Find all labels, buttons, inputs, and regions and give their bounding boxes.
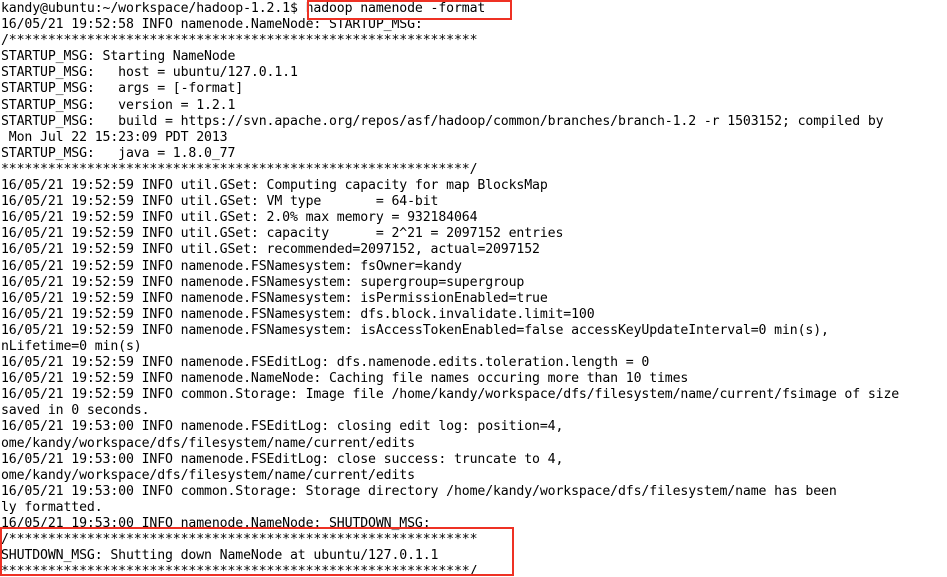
terminal-line: 16/05/21 19:52:59 INFO namenode.FSNamesy… (1, 274, 525, 290)
terminal-line: ome/kandy/workspace/dfs/filesystem/name/… (1, 467, 415, 483)
terminal-line: /***************************************… (1, 532, 478, 548)
terminal-line: STARTUP_MSG: build = https://svn.apache.… (1, 113, 884, 129)
terminal-line: saved in 0 seconds. (1, 403, 150, 419)
terminal-line: nLifetime=0 min(s) (1, 338, 142, 354)
terminal-line: ly formatted. (1, 499, 103, 515)
terminal-line: STARTUP_MSG: args = [-format] (1, 81, 244, 97)
terminal-line: 16/05/21 19:52:59 INFO common.Storage: I… (1, 387, 900, 403)
terminal-line: STARTUP_MSG: version = 1.2.1 (1, 97, 236, 113)
terminal-line: ****************************************… (1, 564, 478, 577)
terminal-line: 16/05/21 19:52:59 INFO namenode.FSNamesy… (1, 322, 829, 338)
terminal-line: 16/05/21 19:53:00 INFO namenode.FSEditLo… (1, 451, 564, 467)
terminal-output: kandy@ubuntu:~/workspace/hadoop-1.2.1$ h… (1, 1, 947, 577)
terminal-line: STARTUP_MSG: Starting NameNode (1, 49, 236, 65)
terminal-line: 16/05/21 19:53:00 INFO namenode.NameNode… (1, 516, 431, 531)
terminal-line: 16/05/21 19:52:59 INFO namenode.FSNamesy… (1, 258, 462, 274)
terminal-line: 16/05/21 19:52:59 INFO namenode.FSEditLo… (1, 355, 650, 371)
terminal-line: STARTUP_MSG: java = 1.8.0_77 (1, 145, 236, 161)
terminal-line: /***************************************… (1, 33, 478, 49)
terminal-line: 16/05/21 19:52:59 INFO util.GSet: 2.0% m… (1, 210, 478, 226)
terminal-line: 16/05/21 19:52:59 INFO util.GSet: Comput… (1, 178, 548, 194)
terminal-line: 16/05/21 19:53:00 INFO common.Storage: S… (1, 483, 837, 499)
terminal-line: ome/kandy/workspace/dfs/filesystem/name/… (1, 435, 415, 451)
terminal-line: 16/05/21 19:52:59 INFO util.GSet: recomm… (1, 242, 540, 258)
terminal-line: 16/05/21 19:52:59 INFO util.GSet: VM typ… (1, 194, 439, 210)
terminal-line: 16/05/21 19:52:58 INFO namenode.NameNode… (1, 17, 423, 33)
terminal-line: 16/05/21 19:53:00 INFO namenode.FSEditLo… (1, 419, 564, 435)
terminal-line: ****************************************… (1, 161, 478, 177)
terminal-line: 16/05/21 19:52:59 INFO util.GSet: capaci… (1, 226, 564, 242)
terminal-line: 16/05/21 19:52:59 INFO namenode.NameNode… (1, 371, 689, 387)
terminal-line: 16/05/21 19:52:59 INFO namenode.FSNamesy… (1, 306, 595, 322)
terminal-line: SHUTDOWN_MSG: Shutting down NameNode at … (1, 548, 439, 564)
terminal-window[interactable]: kandy@ubuntu:~/workspace/hadoop-1.2.1$ h… (0, 0, 947, 577)
terminal-line: Mon Jul 22 15:23:09 PDT 2013 (1, 129, 228, 145)
terminal-line: STARTUP_MSG: host = ubuntu/127.0.1.1 (1, 65, 298, 81)
terminal-line: 16/05/21 19:52:59 INFO namenode.FSNamesy… (1, 290, 548, 306)
terminal-line: kandy@ubuntu:~/workspace/hadoop-1.2.1$ h… (1, 1, 486, 16)
